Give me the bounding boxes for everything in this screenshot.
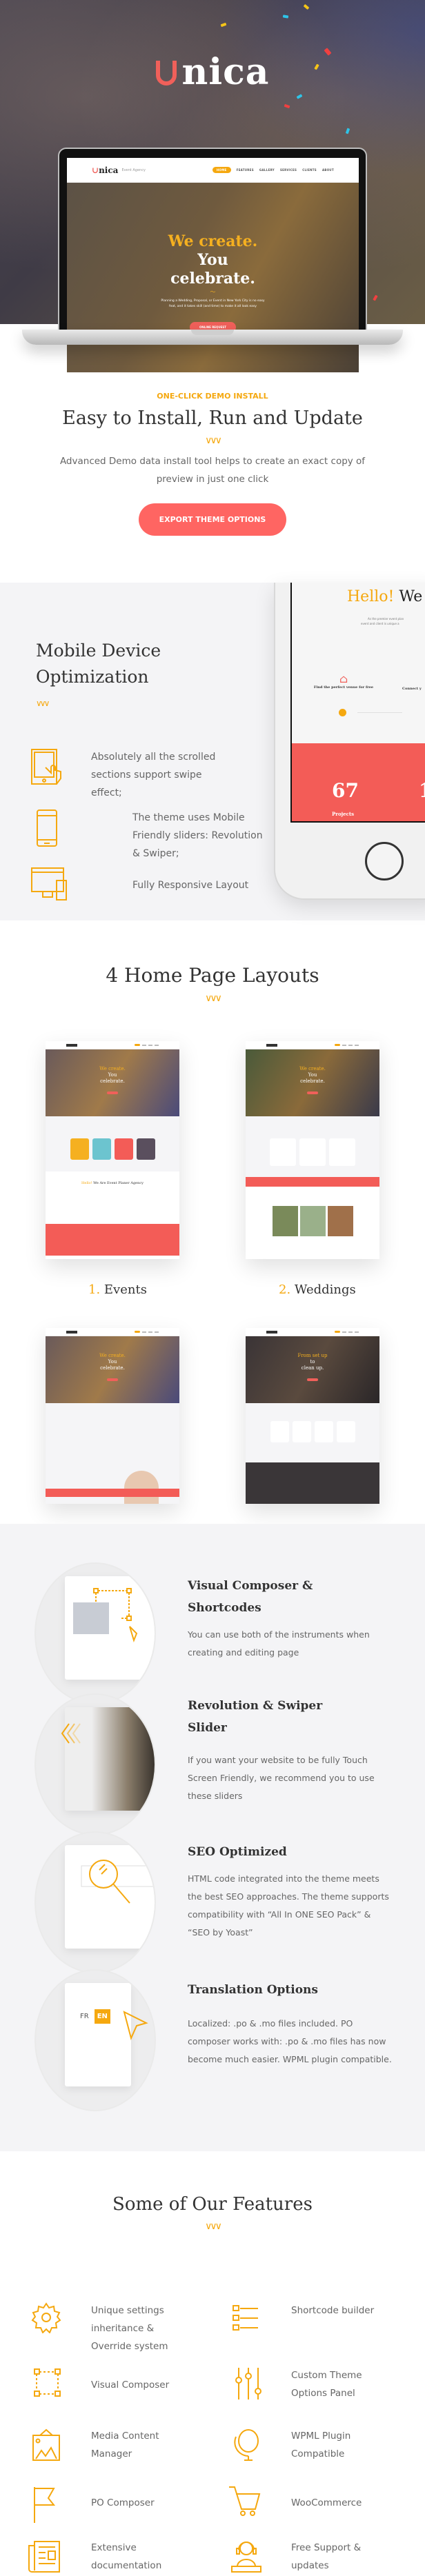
sliders-icon (232, 2366, 269, 2404)
smartphone-icon (30, 809, 69, 850)
mockup-nav-services[interactable]: SERVICES (280, 168, 297, 172)
mockup-nav-clients[interactable]: CLIENTS (302, 168, 317, 172)
layouts-title: 4 Home Page Layouts (106, 964, 319, 987)
feature-item: Free Support & updates (229, 2539, 361, 2576)
slider-arrows-icon (61, 1721, 155, 1749)
install-section: ONE-CLICK DEMO INSTALL Easy to Install, … (0, 345, 425, 572)
language-switch-icon: FR EN (80, 2009, 110, 2024)
divider-zigzag-icon: ∨∨∨ (205, 2221, 222, 2232)
mobile-optimization-section: Mobile Device Optimization ∨∨∨ Absolutely… (0, 583, 425, 920)
mockup-site-tagline: Event Agency (121, 168, 146, 172)
cart-icon (228, 2486, 265, 2523)
mockup-body: Planning a Wedding, Proposal, or Event i… (161, 299, 265, 308)
magnifier-icon (65, 1845, 155, 1928)
selection-icon (30, 2366, 68, 2404)
feature-item: Shortcode builder (232, 2302, 374, 2339)
feature-item: Extensive documentation (28, 2539, 161, 2576)
list-icon (232, 2302, 269, 2339)
feature-item: Custom Theme Options Panel (232, 2366, 362, 2404)
mobile-feature-item: Absolutely all the scrolled sections sup… (30, 748, 229, 802)
phone-home-button (365, 842, 404, 881)
layout-thumbnail-weddings[interactable]: We create. You celebrate. (246, 1041, 379, 1259)
mockup-nav-about[interactable]: ABOUT (322, 168, 334, 172)
mobile-feature-item: Fully Responsive Layout (30, 865, 269, 907)
brand-logo: nica (0, 51, 425, 93)
laptop-base (22, 330, 403, 345)
feature-translation: FR EN Translation Options Localized: .po… (0, 1969, 425, 2114)
gear-icon (30, 2302, 68, 2339)
feature-item: Media Content Manager (30, 2427, 159, 2464)
feature-item: WPML Plugin Compatible (232, 2427, 350, 2464)
phone-mockup: Hello! We As the premier event plan even… (274, 583, 425, 900)
mobile-feature-item: The theme uses Mobile Friendly sliders: … (30, 809, 269, 863)
support-headset-icon (229, 2539, 266, 2576)
feature-item: Visual Composer (30, 2366, 169, 2404)
features-title: Some of Our Features (112, 2194, 313, 2215)
divider-zigzag-icon: 〜 (210, 289, 216, 295)
layout-label-events[interactable]: 1. Events (88, 1282, 147, 1297)
install-lead: Advanced Demo data install tool helps to… (59, 456, 366, 485)
phone-screen: Hello! We As the premier event plan even… (290, 583, 425, 823)
feature-item: PO Composer (30, 2486, 155, 2523)
mockup-nav-features[interactable]: FEATURES (237, 168, 254, 172)
visual-composer-icon (65, 1576, 155, 1680)
layouts-section: 4 Home Page Layouts ∨∨∨ We create. You cel… (0, 924, 425, 1631)
feature-item: Unique settings inheritance & Override s… (30, 2302, 168, 2352)
feature-seo: SEO Optimized HTML code integrated into … (0, 1831, 425, 1976)
export-theme-options-button[interactable]: EXPORT THEME OPTIONS (138, 503, 287, 536)
phone-venue-step: ⌂ Find the perfect venue for free (313, 672, 374, 690)
install-title: Easy to Install, Run and Update (62, 407, 363, 429)
mockup-nav-home[interactable]: HOME (212, 167, 231, 173)
globe-icon (232, 2427, 269, 2464)
divider-zigzag-icon: ∨∨∨ (205, 993, 222, 1004)
mockup-nav-gallery[interactable]: GALLERY (259, 168, 275, 172)
feature-item: WooCommerce (228, 2486, 362, 2523)
mobile-title: Mobile Device Optimization (36, 641, 161, 687)
layout-label-weddings[interactable]: 2. Weddings (279, 1282, 356, 1297)
divider-zigzag-icon: ∨∨∨ (205, 435, 222, 446)
phone-counter-band: 67 Projects 1 (292, 743, 425, 821)
mockup-site-logo: ∪nica (92, 165, 119, 175)
responsive-devices-icon (30, 865, 69, 907)
logo-mark-icon (155, 61, 177, 85)
house-icon: ⌂ (339, 672, 348, 685)
tablet-touch-icon (30, 748, 69, 789)
image-frame-icon (30, 2427, 68, 2464)
key-features-section: Visual Composer & Shortcodes You can use… (0, 1524, 425, 2151)
feature-sliders: Revolution & Swiper Slider If you want y… (0, 1693, 425, 1838)
divider-zigzag-icon: ∨∨∨ (36, 698, 50, 708)
layout-thumbnail-social[interactable]: We create. You celebrate. (46, 1328, 179, 1504)
mockup-headline: We create. You celebrate. (168, 232, 258, 288)
newspaper-icon (28, 2539, 65, 2576)
features-grid-section: Some of Our Features ∨∨∨ Unique settings… (0, 2151, 425, 2573)
feature-visual-composer: Visual Composer & Shortcodes You can use… (0, 1562, 425, 1707)
layout-thumbnail-events[interactable]: We create. You celebrate. Hello! We Are Ev… (46, 1041, 179, 1259)
cursor-icon (123, 2011, 148, 2041)
layout-thumbnail-corporate[interactable]: From set up to clean up. (246, 1328, 379, 1504)
install-kicker: ONE-CLICK DEMO INSTALL (157, 392, 268, 401)
flag-icon (30, 2486, 68, 2523)
step-dot (339, 709, 346, 716)
mockup-site-nav: ∪nica Event Agency HOME FEATURES GALLERY… (67, 158, 359, 183)
